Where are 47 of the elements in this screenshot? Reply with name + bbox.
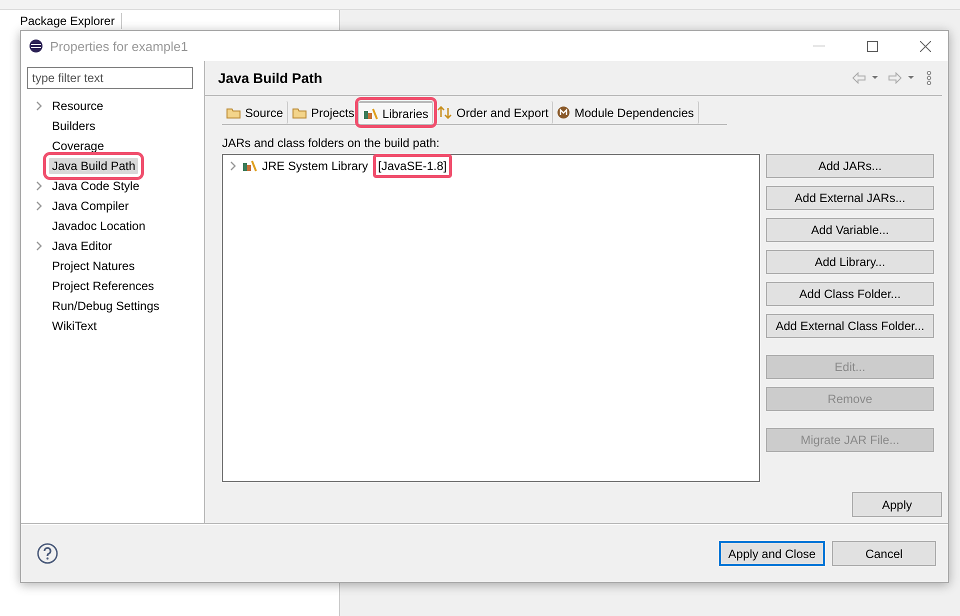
library-version: [JavaSE-1.8] <box>373 154 452 178</box>
expand-icon[interactable] <box>229 161 237 171</box>
arrows-icon <box>437 106 452 119</box>
minimize-icon[interactable] <box>813 45 825 47</box>
tree-item[interactable]: Java Compiler <box>49 198 132 214</box>
books-icon <box>242 160 257 172</box>
action-button[interactable]: Add External Class Folder... <box>766 314 934 338</box>
module-icon <box>557 106 570 119</box>
folder-icon <box>292 106 308 118</box>
window-title: Properties for example1 <box>50 38 190 54</box>
expand-icon[interactable] <box>35 101 43 111</box>
folder-icon <box>226 106 241 118</box>
tree-item[interactable]: Java Code Style <box>49 178 142 194</box>
apply-button[interactable]: Apply <box>852 492 942 517</box>
action-button[interactable]: Add Variable... <box>766 218 934 242</box>
tab[interactable]: Module Dependencies <box>553 101 699 124</box>
expand-icon[interactable] <box>35 241 43 251</box>
tree-item[interactable]: Javadoc Location <box>49 218 148 234</box>
tree-item[interactable]: Project References <box>49 278 158 294</box>
app-logo-icon <box>29 39 43 53</box>
action-button[interactable]: Add External JARs... <box>766 186 934 210</box>
books-icon <box>363 108 378 120</box>
tab[interactable]: Order and Export <box>433 101 554 124</box>
tree-item[interactable]: Resource <box>49 98 106 114</box>
library-name[interactable]: JRE System Library <box>262 159 368 173</box>
filter-field[interactable]: type filter text <box>27 67 193 89</box>
tree-item[interactable]: Java Build Path <box>49 158 138 174</box>
list-label: JARs and class folders on the build path: <box>222 136 440 150</box>
dialog-button[interactable]: Cancel <box>832 541 936 566</box>
action-button[interactable]: Add Library... <box>766 250 934 274</box>
page-title: Java Build Path <box>218 70 324 86</box>
more-icon[interactable] <box>926 71 932 85</box>
help-icon[interactable] <box>37 543 58 564</box>
tree-item[interactable]: Java Editor <box>49 238 116 254</box>
dialog-button[interactable]: Apply and Close <box>719 541 825 566</box>
tree-item[interactable]: Coverage <box>49 138 108 154</box>
expand-icon[interactable] <box>35 181 43 191</box>
action-button[interactable]: Add JARs... <box>766 154 934 178</box>
tree-item[interactable]: WikiText <box>49 318 100 334</box>
action-button[interactable]: Add Class Folder... <box>766 282 934 306</box>
maximize-icon[interactable] <box>866 40 878 52</box>
tree-item[interactable]: Run/Debug Settings <box>49 298 162 314</box>
expand-icon[interactable] <box>35 201 43 211</box>
close-icon[interactable] <box>920 40 930 52</box>
tree-item[interactable]: Builders <box>49 118 98 134</box>
tree-item[interactable]: Project Natures <box>49 258 138 274</box>
tab[interactable]: Source <box>222 101 288 124</box>
